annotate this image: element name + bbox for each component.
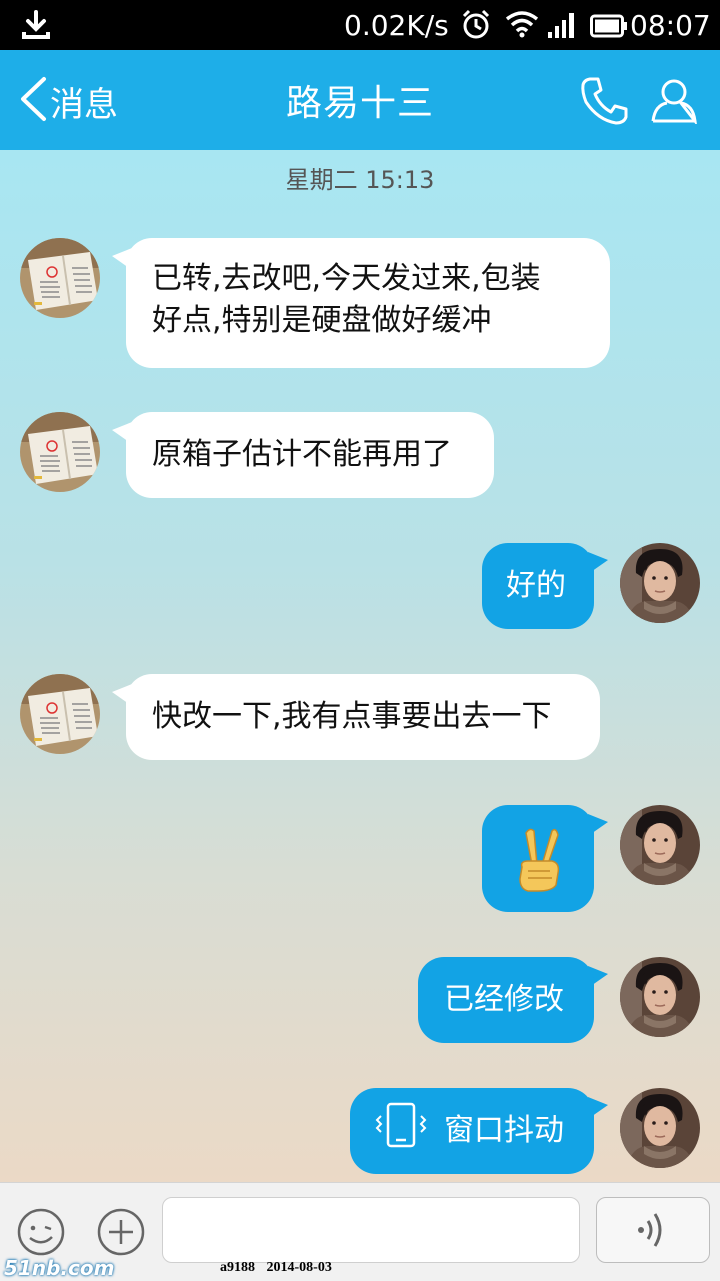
my-avatar[interactable] — [620, 1088, 700, 1168]
message-bubble[interactable]: 好的 — [482, 543, 594, 629]
message-text: 已经修改 — [444, 982, 564, 1017]
message-text: 已转,去改吧,今天发过来,包装 — [152, 261, 541, 296]
contact-avatar[interactable] — [20, 412, 100, 492]
clock: 08:07 — [630, 9, 711, 42]
message-text: 窗口抖动 — [444, 1113, 564, 1148]
message-input[interactable] — [162, 1197, 580, 1263]
status-bar: 0.02K/s 08:07 — [0, 0, 720, 50]
wifi-icon — [505, 10, 539, 45]
my-avatar[interactable] — [620, 957, 700, 1037]
message-bubble[interactable]: 原箱子估计不能再用了 — [126, 412, 494, 498]
alarm-icon — [460, 8, 492, 47]
net-speed: 0.02K/s — [344, 9, 449, 42]
date-separator: 星期二 15:13 — [285, 166, 435, 194]
my-avatar[interactable] — [620, 543, 700, 623]
voice-icon — [638, 1213, 662, 1247]
message-bubble[interactable]: 快改一下,我有点事要出去一下 — [126, 674, 600, 760]
message-bubble[interactable]: 已转,去改吧,今天发过来,包装 好点,特别是硬盘做好缓冲 — [126, 238, 610, 368]
message-text: 快改一下,我有点事要出去一下 — [152, 699, 552, 734]
window-shake-bubble[interactable]: 窗口抖动 — [350, 1088, 594, 1174]
chat-area[interactable]: 星期二 15:13 已转,去改吧,今天发过来,包装 好点,特别是硬盘做好缓冲 原… — [0, 150, 720, 1182]
emoji-button[interactable] — [16, 1207, 66, 1261]
victory-hand-icon — [519, 828, 560, 892]
chat-header: 消息 路易十三 — [0, 50, 720, 150]
my-avatar[interactable] — [620, 805, 700, 885]
signal-icon — [548, 12, 578, 45]
watermark-text: a9188 2014-08-03 — [220, 1260, 332, 1275]
message-text: 好点,特别是硬盘做好缓冲 — [152, 303, 492, 338]
download-icon — [20, 10, 52, 47]
profile-icon[interactable] — [650, 76, 698, 128]
watermark-logo: 51nb.com — [4, 1256, 115, 1280]
message-bubble[interactable] — [482, 805, 594, 912]
vibrate-icon — [372, 1102, 430, 1160]
plus-icon — [97, 1208, 145, 1256]
contact-avatar[interactable] — [20, 674, 100, 754]
message-text: 好的 — [506, 568, 566, 603]
phone-call-icon[interactable] — [580, 76, 628, 130]
more-button[interactable] — [96, 1207, 146, 1261]
message-text: 原箱子估计不能再用了 — [152, 437, 452, 472]
contact-avatar[interactable] — [20, 238, 100, 318]
battery-icon — [590, 12, 628, 45]
voice-button[interactable] — [596, 1197, 710, 1263]
message-bubble[interactable]: 已经修改 — [418, 957, 594, 1043]
emoji-icon — [17, 1208, 65, 1256]
